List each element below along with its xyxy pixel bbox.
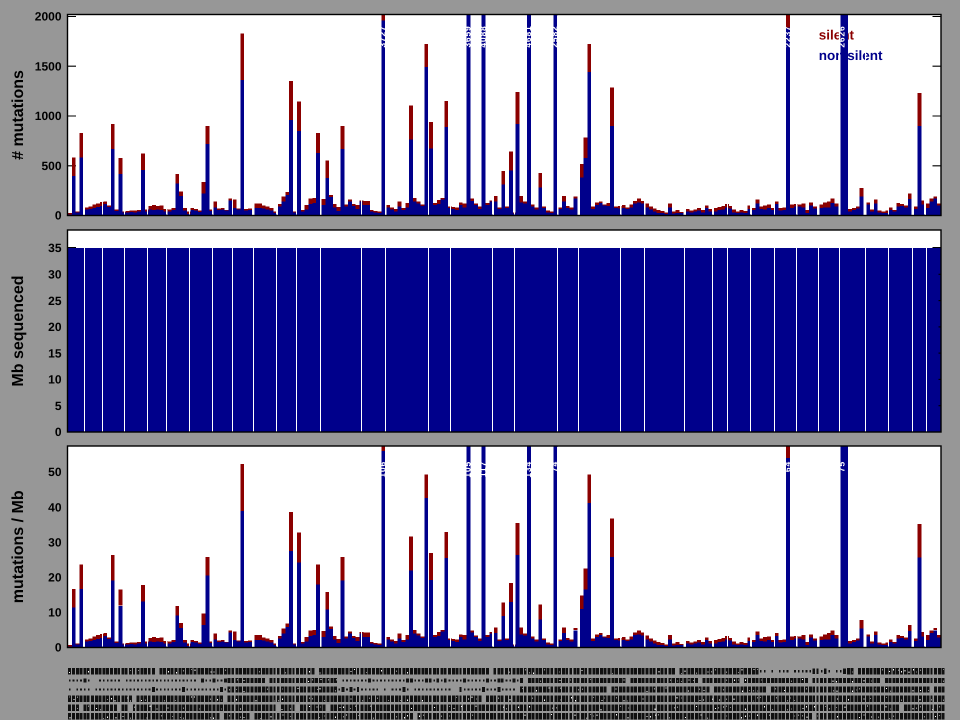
svg-text:74: 74	[550, 461, 560, 472]
svg-text:106: 106	[377, 461, 387, 478]
svg-text:25: 25	[48, 294, 62, 308]
svg-text:30: 30	[48, 268, 62, 282]
svg-text:3727: 3727	[377, 26, 387, 48]
svg-text:0: 0	[55, 425, 62, 439]
svg-text:0: 0	[55, 641, 62, 655]
svg-text:4088: 4088	[478, 26, 488, 48]
svg-text:1000: 1000	[35, 109, 62, 123]
svg-text:2237: 2237	[782, 26, 792, 48]
svg-text:10: 10	[48, 373, 62, 387]
svg-text:500: 500	[41, 159, 61, 173]
svg-text:15: 15	[48, 346, 62, 360]
svg-text:40: 40	[48, 500, 62, 514]
svg-text:mutations / Mb: mutations / Mb	[10, 490, 27, 603]
svg-text:64: 64	[782, 461, 792, 472]
svg-text:134: 134	[523, 461, 533, 478]
svg-text:50: 50	[48, 465, 62, 479]
svg-text:2626: 2626	[837, 26, 847, 48]
svg-text:5: 5	[55, 399, 62, 413]
svg-text:non silent: non silent	[819, 48, 883, 63]
svg-text:# mutations: # mutations	[10, 70, 27, 160]
svg-text:75: 75	[837, 461, 847, 472]
svg-text:4681: 4681	[523, 26, 533, 48]
svg-text:1500: 1500	[35, 60, 62, 74]
svg-text:35: 35	[48, 241, 62, 255]
svg-text:105: 105	[463, 461, 473, 478]
svg-text:0: 0	[55, 209, 62, 223]
svg-text:Mb sequenced: Mb sequenced	[10, 275, 27, 386]
svg-text:2000: 2000	[35, 10, 62, 24]
svg-text:20: 20	[48, 571, 62, 585]
svg-text:20: 20	[48, 320, 62, 334]
svg-text:30: 30	[48, 535, 62, 549]
svg-text:117: 117	[478, 461, 488, 477]
svg-text:10: 10	[48, 606, 62, 620]
svg-text:2582: 2582	[550, 26, 560, 48]
svg-text:3659: 3659	[463, 26, 473, 48]
